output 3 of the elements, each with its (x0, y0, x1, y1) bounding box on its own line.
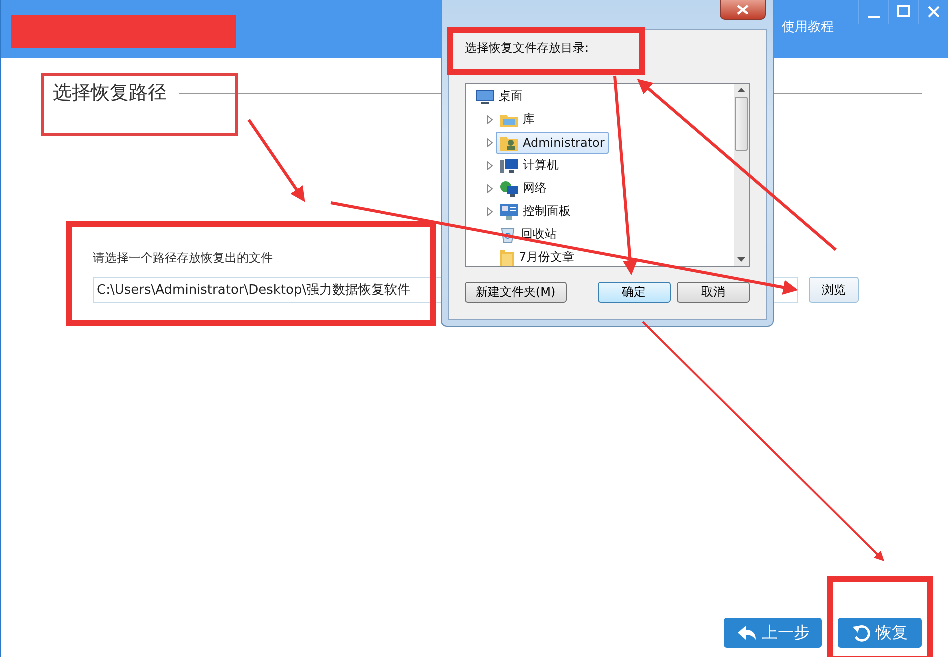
dialog-prompt: 选择恢复文件存放目录: (465, 40, 590, 57)
path-label: 请选择一个路径存放恢复出的文件 (93, 250, 273, 267)
section-heading: 选择恢复路径 (53, 81, 167, 106)
